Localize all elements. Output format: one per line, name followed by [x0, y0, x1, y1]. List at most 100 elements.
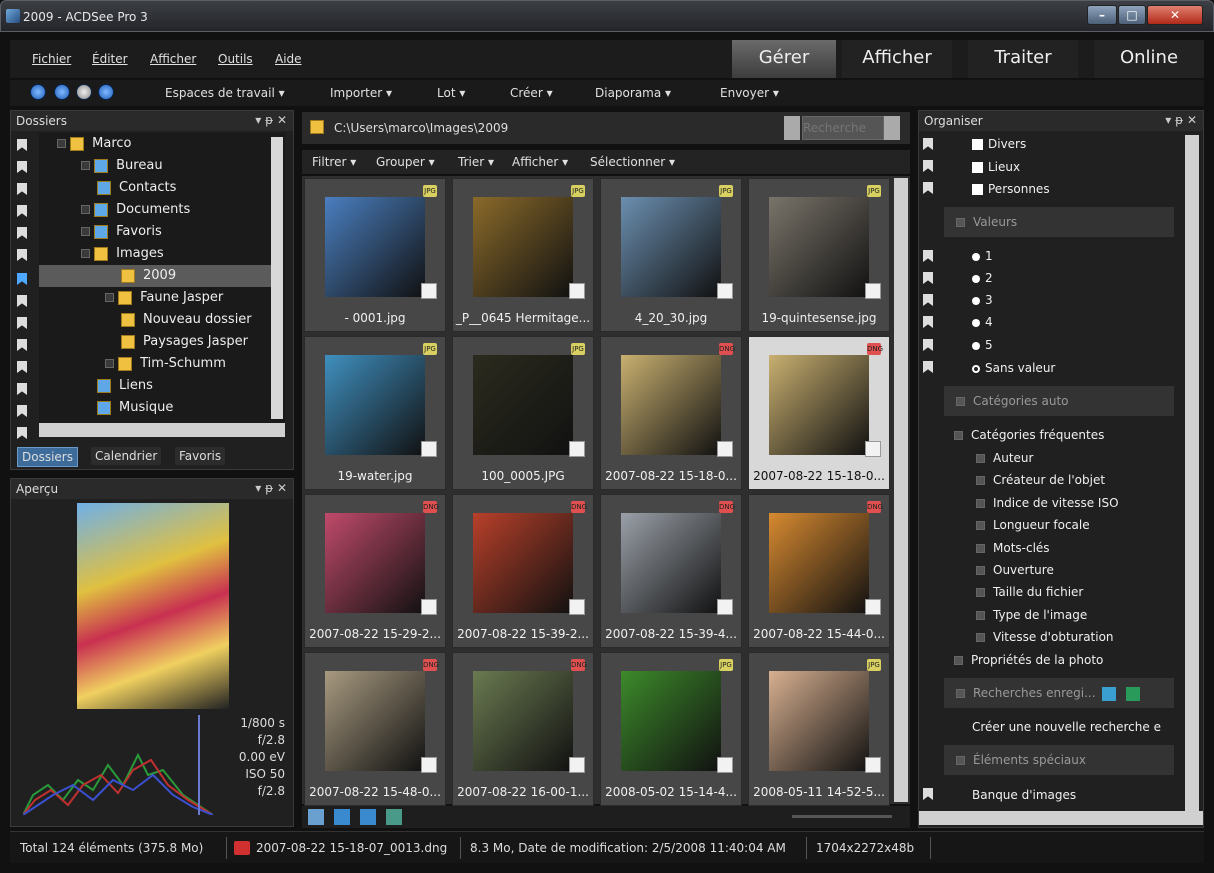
rating-none[interactable]: Sans valeur: [972, 361, 1055, 375]
tab-dossiers[interactable]: Dossiers: [17, 447, 78, 467]
auto-cat-taille[interactable]: Taille du fichier: [976, 585, 1083, 599]
expand-icon[interactable]: [81, 249, 90, 258]
photo-properties[interactable]: Propriétés de la photo: [954, 653, 1103, 667]
rating-4[interactable]: 4: [972, 315, 993, 329]
expand-icon[interactable]: [81, 227, 90, 236]
search-input[interactable]: [802, 116, 884, 140]
tree-item-faune-jasper[interactable]: Faune Jasper: [105, 287, 223, 309]
checkbox[interactable]: [972, 162, 983, 173]
panel-controls[interactable]: ▾ ᵽ ✕: [255, 113, 287, 127]
organiser-scrollbar[interactable]: [1185, 135, 1199, 811]
thumbnail-checkbox[interactable]: [717, 441, 733, 457]
thumbnail-checkbox[interactable]: [569, 283, 585, 299]
thumbnail-checkbox[interactable]: [569, 757, 585, 773]
thumbnail[interactable]: DNG 2007-08-22 15-29-2...: [304, 494, 446, 648]
tab-calendrier[interactable]: Calendrier: [91, 447, 162, 465]
expand-icon[interactable]: [81, 205, 90, 214]
thumbnail-checkbox[interactable]: [865, 599, 881, 615]
thumbnail-checkbox[interactable]: [717, 599, 733, 615]
radio[interactable]: [972, 318, 980, 327]
thumbnail[interactable]: JPG 19-quintesense.jpg: [748, 178, 890, 332]
tree-item-tim-schumm[interactable]: Tim-Schumm: [105, 353, 226, 375]
thumbnail[interactable]: JPG 4_20_30.jpg: [600, 178, 742, 332]
close-button[interactable]: ✕: [1147, 5, 1203, 25]
thumbnail[interactable]: DNG 2007-08-22 15-18-0...: [748, 336, 890, 490]
bookmark-icon[interactable]: [17, 295, 27, 307]
save-search-icon[interactable]: [1101, 686, 1116, 701]
tree-item-paysages-jasper[interactable]: Paysages Jasper: [121, 331, 248, 353]
thumbnail[interactable]: DNG 2007-08-22 15-48-0...: [304, 652, 446, 806]
thumbnail[interactable]: JPG 100_0005.JPG: [452, 336, 594, 490]
category-divers[interactable]: Divers: [972, 137, 1026, 151]
expand-icon[interactable]: [57, 139, 66, 148]
radio[interactable]: [972, 252, 980, 261]
thumbnail[interactable]: DNG 2007-08-22 16-00-1...: [452, 652, 594, 806]
category-personnes[interactable]: Personnes: [972, 182, 1050, 196]
tree-item-images[interactable]: Images: [81, 243, 164, 265]
image-bank-item[interactable]: Banque d'images: [972, 788, 1076, 802]
auto-cat-type[interactable]: Type de l'image: [976, 608, 1087, 622]
path-dropdown-arrow[interactable]: [784, 116, 800, 140]
toolbar-creer[interactable]: Créer ▾: [510, 86, 553, 100]
radio[interactable]: [972, 274, 980, 283]
category-lieux[interactable]: Lieux: [972, 160, 1020, 174]
expand-icon[interactable]: [105, 293, 114, 302]
create-search-link[interactable]: Créer une nouvelle recherche e: [972, 720, 1172, 734]
menu-afficher[interactable]: Afficher: [150, 52, 196, 66]
rotate-left-icon[interactable]: [334, 809, 350, 825]
compare-icon[interactable]: [386, 809, 402, 825]
thumbnail[interactable]: JPG _P__0645 Hermitage...: [452, 178, 594, 332]
filter-grouper[interactable]: Grouper ▾: [376, 155, 435, 169]
thumbnail[interactable]: JPG - 0001.jpg: [304, 178, 446, 332]
tab-afficher[interactable]: Afficher: [842, 40, 952, 78]
bookmark-icon[interactable]: [17, 205, 27, 217]
new-search-icon[interactable]: [1125, 686, 1140, 701]
panel-controls[interactable]: ▾ ᵽ ✕: [255, 481, 287, 495]
thumbnail-checkbox[interactable]: [421, 441, 437, 457]
rating-1[interactable]: 1: [972, 249, 993, 263]
thumbnail-checkbox[interactable]: [717, 283, 733, 299]
auto-cat-ouverture[interactable]: Ouverture: [976, 563, 1054, 577]
thumbnail-checkbox[interactable]: [421, 599, 437, 615]
toolbar-diaporama[interactable]: Diaporama ▾: [595, 86, 671, 100]
minimize-button[interactable]: –: [1087, 5, 1117, 25]
bookmark-icon[interactable]: [17, 405, 27, 417]
thumbnail[interactable]: JPG 2008-05-02 15-14-4...: [600, 652, 742, 806]
bookmark-icon[interactable]: [17, 161, 27, 173]
checkbox[interactable]: [972, 139, 983, 150]
auto-cat-createur[interactable]: Créateur de l'objet: [976, 473, 1105, 487]
bookmark-active-icon[interactable]: [17, 273, 27, 285]
bookmark-icon[interactable]: [17, 249, 27, 261]
tab-traiter[interactable]: Traiter: [968, 40, 1078, 78]
tree-item-contacts[interactable]: Contacts: [97, 177, 176, 199]
tab-favoris[interactable]: Favoris: [175, 447, 226, 465]
organiser-hscrollbar[interactable]: [919, 811, 1203, 825]
thumbnail[interactable]: DNG 2007-08-22 15-44-0...: [748, 494, 890, 648]
filter-trier[interactable]: Trier ▾: [458, 155, 494, 169]
file-list-scrollbar[interactable]: [894, 178, 908, 802]
auto-cat-motscles[interactable]: Mots-clés: [976, 541, 1050, 555]
toolbar-envoyer[interactable]: Envoyer ▾: [720, 86, 779, 100]
menu-aide[interactable]: Aide: [275, 52, 302, 66]
toolbar-lot[interactable]: Lot ▾: [437, 86, 465, 100]
section-special-items[interactable]: Éléments spéciaux: [944, 745, 1174, 775]
filter-filtrer[interactable]: Filtrer ▾: [312, 155, 356, 169]
thumbnail[interactable]: JPG 19-water.jpg: [304, 336, 446, 490]
rating-2[interactable]: 2: [972, 271, 993, 285]
rating-3[interactable]: 3: [972, 293, 993, 307]
thumbnail[interactable]: JPG 2008-05-11 14-52-5...: [748, 652, 890, 806]
tree-item-musique[interactable]: Musique: [97, 397, 173, 419]
radio[interactable]: [972, 341, 980, 350]
section-valeurs[interactable]: Valeurs: [944, 207, 1174, 237]
thumbnail-checkbox[interactable]: [569, 599, 585, 615]
bookmark-icon[interactable]: [17, 383, 27, 395]
back-icon[interactable]: [54, 84, 70, 100]
thumbnail-checkbox[interactable]: [421, 283, 437, 299]
bookmark-icon[interactable]: [17, 227, 27, 239]
auto-cat-focale[interactable]: Longueur focale: [976, 518, 1090, 532]
thumbnail[interactable]: DNG 2007-08-22 15-39-4...: [600, 494, 742, 648]
thumbnail[interactable]: DNG 2007-08-22 15-39-2...: [452, 494, 594, 648]
expand-icon[interactable]: [105, 359, 114, 368]
tree-item-liens[interactable]: Liens: [97, 375, 153, 397]
home-icon[interactable]: [30, 84, 46, 100]
